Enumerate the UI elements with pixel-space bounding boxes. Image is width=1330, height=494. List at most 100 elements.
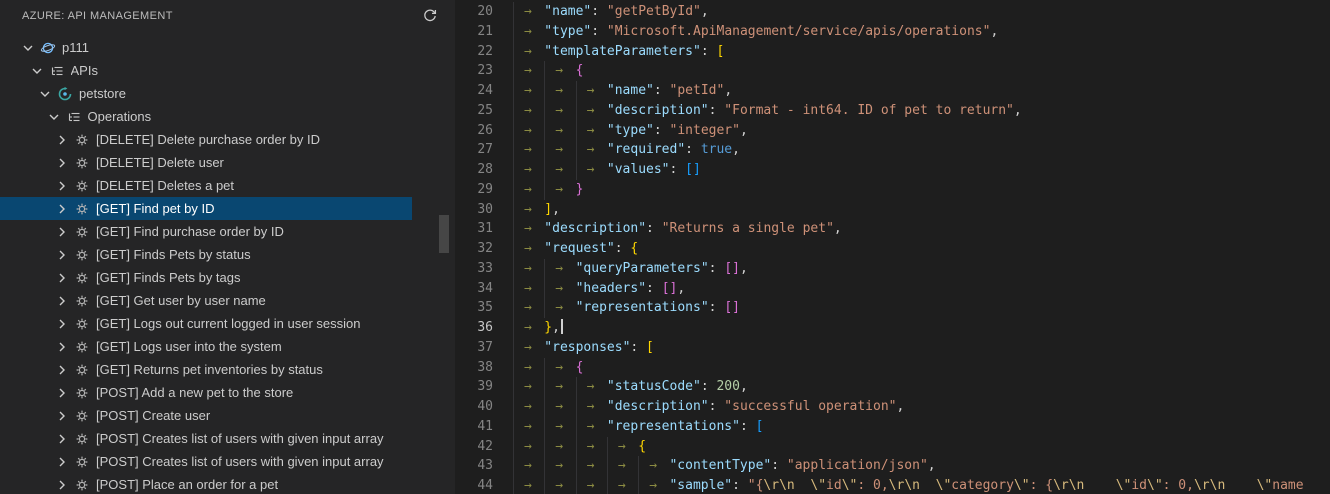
chevron-right-icon[interactable]: [54, 408, 70, 424]
tree-item-get-logs-out-current-logged-in-user-session[interactable]: [GET] Logs out current logged in user se…: [0, 312, 412, 335]
chevron-right-icon[interactable]: [54, 201, 70, 217]
chevron-right-icon[interactable]: [54, 270, 70, 286]
code-text[interactable]: → → → "required": true,: [513, 140, 740, 160]
code-line[interactable]: 42 → → → →{: [455, 436, 1330, 457]
tree-item-get-get-user-by-user-name[interactable]: [GET] Get user by user name: [0, 289, 412, 312]
line-number[interactable]: 36: [455, 318, 493, 338]
code-text[interactable]: → → → → → "sample": "{\r\n \"id\": 0,\r\n \"c…: [513, 476, 1304, 494]
code-text[interactable]: → → "representations": []: [513, 298, 740, 318]
line-number[interactable]: 29: [455, 180, 493, 200]
chevron-right-icon[interactable]: [54, 293, 70, 309]
code-line[interactable]: 39 → → → "statusCode": 200,: [455, 377, 1330, 397]
chevron-right-icon[interactable]: [54, 454, 70, 470]
code-text[interactable]: → "name": "getPetById",: [513, 2, 709, 22]
code-line[interactable]: 27 → → → "required": true,: [455, 140, 1330, 160]
code-text[interactable]: → "responses": [: [513, 337, 654, 358]
code-line[interactable]: 41 → → → "representations": [: [455, 416, 1330, 437]
tree-item-post-creates-list-of-users-with-given-input-array[interactable]: [POST] Creates list of users with given …: [0, 450, 412, 473]
line-number[interactable]: 38: [455, 358, 493, 378]
chevron-right-icon[interactable]: [54, 155, 70, 171]
line-number[interactable]: 37: [455, 338, 493, 358]
chevron-right-icon[interactable]: [54, 362, 70, 378]
code-line[interactable]: 36 →},: [455, 318, 1330, 338]
line-number[interactable]: 22: [455, 42, 493, 62]
chevron-right-icon[interactable]: [54, 316, 70, 332]
code-text[interactable]: → → "headers": [],: [513, 278, 685, 299]
code-text[interactable]: → → → "description": "Format - int64. ID of…: [513, 100, 1022, 121]
code-text[interactable]: →],: [513, 199, 560, 220]
tree-item-get-finds-pets-by-status[interactable]: [GET] Finds Pets by status: [0, 243, 412, 266]
chevron-right-icon[interactable]: [54, 385, 70, 401]
tree-item-get-returns-pet-inventories-by-status[interactable]: [GET] Returns pet inventories by status: [0, 358, 412, 381]
code-text[interactable]: → → → "values": []: [513, 160, 701, 180]
line-number[interactable]: 40: [455, 397, 493, 417]
line-number[interactable]: 34: [455, 279, 493, 299]
code-line[interactable]: 44 → → → → → "sample": "{\r\n \"id\": 0,\r\n \…: [455, 476, 1330, 494]
code-line[interactable]: 26 → → → "type": "integer",: [455, 120, 1330, 141]
line-number[interactable]: 44: [455, 476, 493, 494]
code-line[interactable]: 28 → → → "values": []: [455, 160, 1330, 180]
code-text[interactable]: → "type": "Microsoft.ApiManagement/servic…: [513, 21, 998, 42]
refresh-icon[interactable]: [419, 5, 441, 27]
code-line[interactable]: 31 → "description": "Returns a single pet"…: [455, 219, 1330, 239]
tree-item-apis[interactable]: APIs: [0, 59, 412, 82]
line-number[interactable]: 33: [455, 259, 493, 279]
line-number[interactable]: 42: [455, 437, 493, 457]
code-text[interactable]: → → → "description": "successful operation"…: [513, 397, 904, 417]
line-number[interactable]: 32: [455, 239, 493, 259]
code-line[interactable]: 38 → →{: [455, 357, 1330, 378]
code-line[interactable]: 32 → "request": {: [455, 239, 1330, 259]
line-number[interactable]: 41: [455, 417, 493, 437]
tree-item-delete-delete-user[interactable]: [DELETE] Delete user: [0, 151, 412, 174]
code-line[interactable]: 22 → "templateParameters": [: [455, 41, 1330, 62]
line-number[interactable]: 35: [455, 298, 493, 318]
code-text[interactable]: → → → "type": "integer",: [513, 120, 748, 141]
code-text[interactable]: → → → "name": "petId",: [513, 81, 732, 101]
tree-item-p111[interactable]: p111: [0, 36, 412, 59]
tree-item-delete-deletes-a-pet[interactable]: [DELETE] Deletes a pet: [0, 174, 412, 197]
code-line[interactable]: 34 → → "headers": [],: [455, 278, 1330, 299]
code-line[interactable]: 23 → →{: [455, 61, 1330, 81]
line-number[interactable]: 43: [455, 456, 493, 476]
code-text[interactable]: → → → → → "contentType": "application/json",: [513, 456, 936, 476]
tree-item-petstore[interactable]: petstore: [0, 82, 412, 105]
chevron-right-icon[interactable]: [54, 477, 70, 493]
tree-item-operations[interactable]: Operations: [0, 105, 412, 128]
code-text[interactable]: → "request": {: [513, 239, 638, 259]
line-number[interactable]: 24: [455, 81, 493, 101]
code-text[interactable]: → "templateParameters": [: [513, 41, 724, 62]
chevron-right-icon[interactable]: [54, 339, 70, 355]
code-line[interactable]: 37 → "responses": [: [455, 337, 1330, 358]
code-text[interactable]: → "description": "Returns a single pet",: [513, 219, 842, 239]
chevron-right-icon[interactable]: [54, 431, 70, 447]
code-text[interactable]: → → "queryParameters": [],: [513, 258, 748, 279]
code-line[interactable]: 33 → → "queryParameters": [],: [455, 258, 1330, 279]
line-number[interactable]: 20: [455, 2, 493, 22]
chevron-down-icon[interactable]: [37, 86, 53, 102]
chevron-right-icon[interactable]: [54, 132, 70, 148]
tree-item-get-finds-pets-by-tags[interactable]: [GET] Finds Pets by tags: [0, 266, 412, 289]
code-line[interactable]: 20 → "name": "getPetById",: [455, 2, 1330, 22]
line-number[interactable]: 30: [455, 200, 493, 220]
tree-item-delete-delete-purchase-order-by-id[interactable]: [DELETE] Delete purchase order by ID: [0, 128, 412, 151]
chevron-down-icon[interactable]: [46, 109, 62, 125]
code-text[interactable]: → →{: [513, 61, 583, 81]
code-line[interactable]: 29 → →}: [455, 179, 1330, 200]
code-text[interactable]: →},: [513, 318, 563, 338]
chevron-right-icon[interactable]: [54, 178, 70, 194]
code-text[interactable]: → → → "representations": [: [513, 416, 763, 437]
code-text[interactable]: → → → →{: [513, 436, 646, 457]
chevron-down-icon[interactable]: [29, 63, 45, 79]
sidebar-scrollbar-thumb[interactable]: [439, 215, 449, 253]
line-number[interactable]: 39: [455, 377, 493, 397]
code-line[interactable]: 21 → "type": "Microsoft.ApiManagement/serv…: [455, 21, 1330, 42]
code-line[interactable]: 25 → → → "description": "Format - int64. ID …: [455, 100, 1330, 121]
chevron-right-icon[interactable]: [54, 224, 70, 240]
code-text[interactable]: → → → "statusCode": 200,: [513, 377, 748, 397]
code-line[interactable]: 43 → → → → → "contentType": "application/json"…: [455, 456, 1330, 476]
line-number[interactable]: 28: [455, 160, 493, 180]
code-text[interactable]: → →{: [513, 357, 583, 378]
line-number[interactable]: 21: [455, 22, 493, 42]
tree-item-post-place-an-order-for-a-pet[interactable]: [POST] Place an order for a pet: [0, 473, 412, 494]
tree-item-get-find-purchase-order-by-id[interactable]: [GET] Find purchase order by ID: [0, 220, 412, 243]
